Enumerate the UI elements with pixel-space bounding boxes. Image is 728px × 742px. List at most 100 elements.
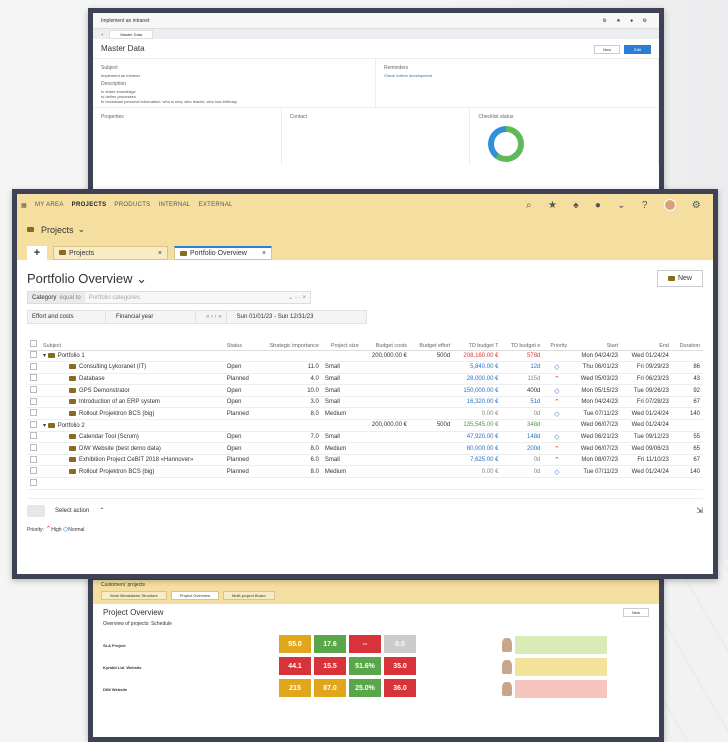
close-icon[interactable]: × xyxy=(158,250,162,257)
period-range[interactable]: Sun 01/01/23 - Sun 12/31/23 xyxy=(233,311,318,323)
row-checkbox[interactable] xyxy=(30,351,37,359)
column-header[interactable]: Duration xyxy=(671,332,703,351)
row-checkbox[interactable] xyxy=(30,362,37,370)
subject-cell[interactable]: Rollout Projektron BCS (big) xyxy=(79,411,154,417)
row-checkbox[interactable] xyxy=(30,386,37,394)
tab-multi-project-board[interactable]: Multi-project Board xyxy=(222,591,275,600)
tab-portfolio-overview[interactable]: Portfolio Overview × xyxy=(174,246,272,260)
edit-button[interactable]: Edit xyxy=(624,45,651,54)
column-header[interactable]: Subject xyxy=(40,332,224,351)
add-tab-button[interactable]: + xyxy=(101,32,103,37)
period-select[interactable]: Financial year xyxy=(112,311,196,323)
nav-external[interactable]: EXTERNAL xyxy=(199,202,233,208)
timer-icon[interactable]: ● xyxy=(595,200,601,211)
category-filter[interactable]: Category equal to Portfolio categories ⌄ … xyxy=(27,291,311,304)
section-title[interactable]: Projects xyxy=(41,225,74,235)
subtitle[interactable]: Overview of projects: Schedule xyxy=(93,621,659,631)
chevron-down-icon[interactable]: ⌄ xyxy=(78,224,86,235)
subject-cell[interactable]: GPS Demonstrator xyxy=(79,388,130,394)
toolbar-icons[interactable]: ⚙ ★ ● ⚙ xyxy=(602,18,651,24)
row-checkbox[interactable] xyxy=(30,432,37,440)
row-checkbox[interactable] xyxy=(30,397,37,405)
subject-cell[interactable]: Calendar Tool (Scrum) xyxy=(79,434,139,440)
subject-cell[interactable]: Rollout Projektron BCS (big) xyxy=(79,469,154,475)
period-nav-buttons[interactable]: « ‹ › » xyxy=(202,311,227,323)
subject-cell[interactable]: Database xyxy=(79,376,105,382)
project-row[interactable]: Consulting Lykoranet (IT) Open 11.0 Small 5,… xyxy=(27,361,703,374)
add-tab-button[interactable]: + xyxy=(27,246,47,260)
gear-icon[interactable]: ⚙ xyxy=(692,200,701,211)
project-row[interactable]: Calendar Tool (Scrum) Open 7.0 Small 47,920.… xyxy=(27,431,703,444)
column-header[interactable]: Project size xyxy=(321,332,362,351)
chevron-up-icon[interactable]: ⌃ xyxy=(99,507,104,514)
row-checkbox[interactable] xyxy=(30,444,37,452)
column-header[interactable]: Start xyxy=(570,332,622,351)
breadcrumb[interactable]: Customers' projects xyxy=(101,582,651,588)
row-checkbox[interactable] xyxy=(30,420,37,428)
column-header[interactable]: End xyxy=(621,332,672,351)
chevron-down-icon[interactable]: ⌄ xyxy=(617,200,626,211)
new-button[interactable]: New xyxy=(622,608,649,617)
row-checkbox[interactable] xyxy=(30,409,37,417)
avatar[interactable] xyxy=(663,199,676,211)
row-checkbox[interactable] xyxy=(30,374,37,382)
column-header[interactable]: Budget costs xyxy=(361,332,410,351)
nav-my-area[interactable]: MY AREA xyxy=(35,202,64,208)
subject-cell[interactable]: Portfolio 2 xyxy=(58,423,85,429)
project-overview-row[interactable]: DIW Website 215 87.0 25.0% 36.0 xyxy=(103,679,649,699)
row-checkbox[interactable] xyxy=(30,478,37,486)
row-checkbox[interactable] xyxy=(30,455,37,463)
subject-cell[interactable]: Introduction of an ERP system xyxy=(79,399,160,405)
project-row[interactable]: DIW Website (best demo data) Open 8.0 Mediu… xyxy=(27,442,703,455)
reminder-item[interactable]: Check further development xyxy=(384,73,650,78)
project-name[interactable]: DIW Website xyxy=(103,687,193,692)
select-all-checkbox[interactable] xyxy=(30,339,37,347)
expand-icon[interactable]: ▾ xyxy=(43,353,48,359)
portfolio-row[interactable]: ▾ Portfolio 1 200,000.00 €500d 208,160.00 … xyxy=(27,350,703,363)
chevron-down-icon[interactable]: ⌄ xyxy=(136,271,147,286)
subject-cell[interactable]: Exhibition Project CeBIT 2018 «Hannover» xyxy=(79,457,193,463)
export-icon[interactable]: ⇲ xyxy=(696,506,703,515)
column-header[interactable]: Strategic importance xyxy=(256,332,322,351)
column-header[interactable]: TD budget e xyxy=(501,332,544,351)
project-name[interactable]: SLA Project xyxy=(103,643,193,648)
expand-icon[interactable]: ▾ xyxy=(43,423,48,429)
subject-cell[interactable]: DIW Website (best demo data) xyxy=(79,446,161,452)
bell-icon[interactable]: ♠ xyxy=(573,200,579,211)
tab-wbs[interactable]: Work Breakdown Structure xyxy=(101,591,167,600)
project-row[interactable]: Rollout Projektron BCS (big) Planned 8.0 Me… xyxy=(27,465,703,479)
row-checkbox[interactable] xyxy=(30,467,37,475)
project-row[interactable]: Exhibition Project CeBIT 2018 «Hannover»… xyxy=(27,454,703,467)
column-header[interactable]: Status xyxy=(223,332,257,351)
project-row[interactable]: GPS Demonstrator Open 10.0 Small 150,000.00 … xyxy=(27,384,703,397)
project-overview-row[interactable]: Kyrabit Ltd. Website 44.1 15.5 51.6% 35.0 xyxy=(103,657,649,677)
help-icon[interactable]: ? xyxy=(642,200,648,211)
project-overview-row[interactable]: SLA Project 55.0 17.6 -- 0.0 xyxy=(103,635,649,655)
column-header[interactable]: Budget effort xyxy=(409,332,454,351)
project-name[interactable]: Kyrabit Ltd. Website xyxy=(103,665,193,670)
close-icon[interactable]: × xyxy=(262,250,266,257)
star-icon[interactable]: ★ xyxy=(548,200,557,211)
effort-select[interactable]: Effort and costs xyxy=(28,311,106,323)
filter-input[interactable]: Portfolio categories xyxy=(85,295,284,301)
subject-cell[interactable]: Consulting Lykoranet (IT) xyxy=(79,364,146,370)
select-action-dropdown[interactable]: Select action xyxy=(55,508,89,514)
tab-project-overview[interactable]: Project Overview xyxy=(170,591,219,600)
column-header[interactable]: TD budget T xyxy=(453,332,502,351)
column-header[interactable]: Priority xyxy=(543,332,571,351)
portfolio-row[interactable]: ▾ Portfolio 2 200,000.00 €500d 135,545.00 … xyxy=(27,419,703,432)
new-button[interactable]: New xyxy=(656,270,703,287)
filter-operator[interactable]: equal to xyxy=(59,295,80,301)
nav-grid-icon[interactable]: ▦ xyxy=(21,202,27,209)
tab-projects[interactable]: Projects × xyxy=(53,246,168,260)
new-button[interactable]: New xyxy=(594,45,621,54)
nav-projects[interactable]: PROJECTS xyxy=(72,202,107,208)
project-row[interactable]: Database Planned 4.0 Small 28,000.00 €115d ⌃ W… xyxy=(27,373,703,386)
search-icon[interactable]: ⌕ xyxy=(526,200,532,211)
tab-master-data[interactable]: Master Data xyxy=(109,29,154,39)
subject-cell[interactable]: Portfolio 1 xyxy=(58,353,85,359)
nav-products[interactable]: PRODUCTS xyxy=(114,202,150,208)
project-row[interactable]: Rollout Projektron BCS (big) Planned 8.0 Me… xyxy=(27,407,703,421)
nav-internal[interactable]: INTERNAL xyxy=(158,202,190,208)
clear-icon[interactable]: ⌄ ··· × xyxy=(284,294,310,301)
